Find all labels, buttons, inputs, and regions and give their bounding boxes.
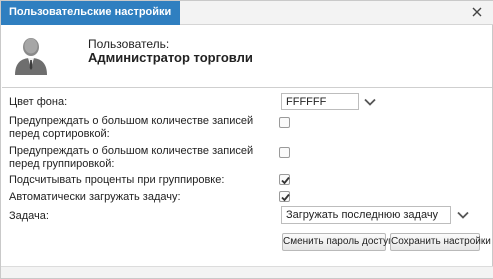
warn-sort-label: Предупреждать о большом количестве запис…: [9, 115, 254, 140]
titlebar: Пользовательские настройки: [1, 1, 493, 25]
calc-percent-checkbox[interactable]: [279, 174, 290, 185]
settings-form: Цвет фона: Предупреждать о большом колич…: [2, 87, 492, 266]
auto-load-label: Автоматически загружать задачу:: [9, 191, 181, 203]
close-icon: [472, 7, 482, 17]
user-label: Пользователь:: [88, 37, 170, 51]
user-avatar-icon: [14, 35, 48, 75]
dialog-footer: [1, 266, 493, 278]
task-select[interactable]: [281, 206, 451, 224]
task-label: Задача:: [9, 210, 49, 222]
checkmark-icon: [281, 176, 290, 185]
bg-color-label: Цвет фона:: [9, 96, 68, 108]
user-name: Администратор торговли: [88, 50, 253, 65]
change-password-button[interactable]: Сменить пароль доступа: [282, 233, 399, 251]
chevron-down-icon[interactable]: [364, 98, 376, 106]
warn-group-checkbox[interactable]: [279, 147, 290, 158]
auto-load-checkbox[interactable]: [279, 191, 290, 202]
chevron-down-icon[interactable]: [457, 211, 469, 219]
user-info: Пользователь: Администратор торговли: [14, 35, 414, 75]
calc-percent-label: Подсчитывать проценты при группировке:: [9, 174, 225, 186]
checkmark-icon: [281, 193, 290, 202]
close-button[interactable]: [469, 4, 485, 20]
warn-sort-checkbox[interactable]: [279, 117, 290, 128]
bg-color-input[interactable]: [281, 93, 359, 110]
save-settings-button[interactable]: Сохранить настройки: [390, 233, 491, 251]
user-settings-dialog: Пользовательские настройки Пользователь:…: [0, 0, 493, 279]
warn-group-label: Предупреждать о большом количестве запис…: [9, 145, 254, 170]
dialog-title: Пользовательские настройки: [1, 1, 180, 25]
